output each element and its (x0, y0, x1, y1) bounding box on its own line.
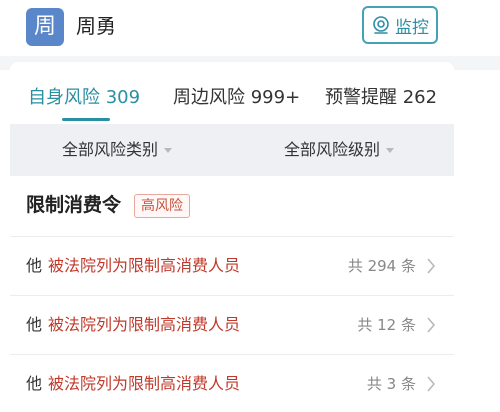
row-count: 共 3 条 (366, 375, 416, 393)
section-title: 限制消费令 (26, 194, 122, 216)
person-name: 周勇 (76, 14, 116, 38)
chevron-right-icon (427, 317, 436, 333)
camera-icon (373, 16, 389, 34)
row-subject: 他 (26, 315, 43, 334)
active-tab-indicator (62, 118, 110, 121)
monitor-button-label: 监控 (395, 17, 429, 38)
filter-bar: 全部风险类别 全部风险级别 (10, 124, 454, 176)
risk-tabs: 自身风险 309 周边风险 999+ 预警提醒 262 (10, 70, 454, 124)
risk-level-badge: 高风险 (134, 194, 190, 218)
caret-down-icon (386, 148, 395, 153)
row-count: 共 12 条 (357, 316, 416, 334)
avatar: 周 (26, 8, 64, 46)
row-description: 被法院列为限制高消费人员 (48, 315, 241, 334)
chevron-right-icon (427, 258, 436, 274)
caret-down-icon (164, 148, 173, 153)
risk-level-filter[interactable]: 全部风险级别 (284, 138, 395, 162)
risk-type-filter[interactable]: 全部风险类别 (62, 138, 173, 162)
chevron-right-icon (427, 376, 436, 392)
row-count: 共 294 条 (347, 257, 416, 275)
row-subject: 他 (26, 374, 43, 393)
row-description: 被法院列为限制高消费人员 (48, 256, 241, 275)
row-subject: 他 (26, 256, 43, 275)
tab-self-risk[interactable]: 自身风险 309 (28, 86, 140, 110)
list-item[interactable]: 他 被法院列为限制高消费人员 共 3 条 (10, 354, 454, 412)
header-bar: 周 周勇 监控 (0, 0, 500, 56)
list-item[interactable]: 他 被法院列为限制高消费人员 共 12 条 (10, 295, 454, 353)
tab-surrounding-risk[interactable]: 周边风险 999+ (173, 86, 300, 110)
list-item[interactable]: 他 被法院列为限制高消费人员 共 294 条 (10, 236, 454, 294)
risk-type-filter-label: 全部风险类别 (62, 140, 159, 159)
monitor-button[interactable]: 监控 (362, 6, 438, 44)
tab-warning-reminder[interactable]: 预警提醒 262 (325, 86, 437, 110)
row-description: 被法院列为限制高消费人员 (48, 374, 241, 393)
section-header: 限制消费令 高风险 (10, 176, 454, 236)
risk-level-filter-label: 全部风险级别 (284, 140, 381, 159)
